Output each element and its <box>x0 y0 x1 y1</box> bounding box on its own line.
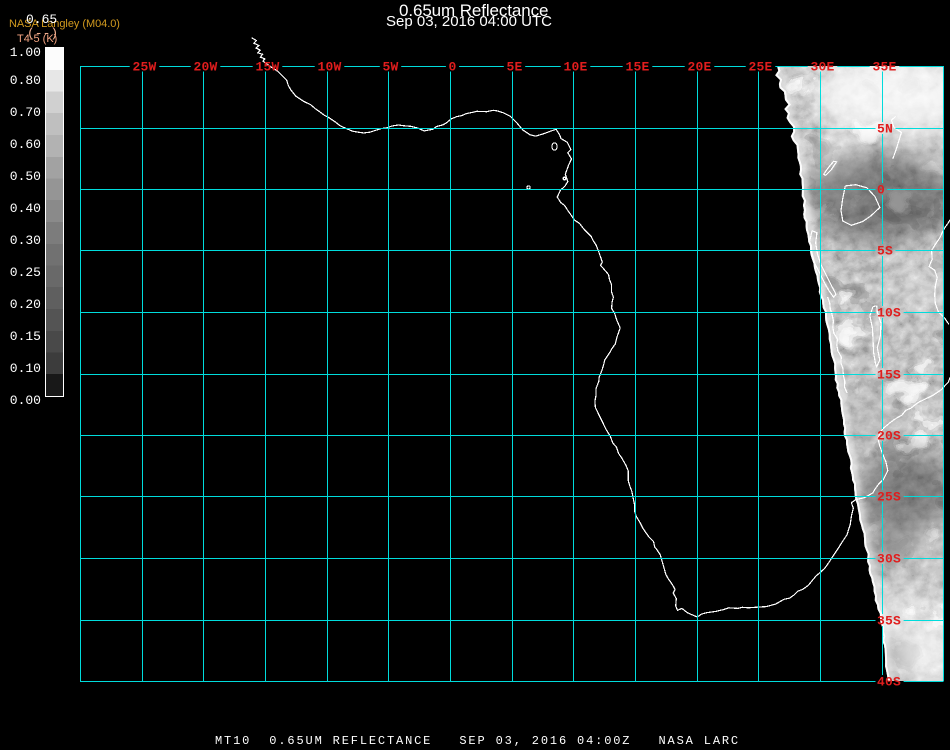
svg-text:0: 0 <box>877 183 885 198</box>
svg-text:5E: 5E <box>506 60 522 75</box>
svg-text:0: 0 <box>448 60 456 75</box>
svg-text:25S: 25S <box>877 490 901 505</box>
svg-text:15E: 15E <box>625 60 649 75</box>
svg-text:20S: 20S <box>877 429 901 444</box>
svg-text:35S: 35S <box>877 614 901 629</box>
svg-text:20W: 20W <box>193 60 217 75</box>
svg-text:10S: 10S <box>877 306 901 321</box>
svg-text:5W: 5W <box>382 60 398 75</box>
svg-text:30E: 30E <box>810 60 834 75</box>
svg-text:35E: 35E <box>872 60 896 75</box>
svg-text:40S: 40S <box>877 675 901 690</box>
svg-text:10E: 10E <box>563 60 587 75</box>
svg-text:5S: 5S <box>877 244 893 259</box>
svg-text:10W: 10W <box>317 60 341 75</box>
svg-text:15W: 15W <box>255 60 279 75</box>
svg-text:20E: 20E <box>687 60 711 75</box>
svg-text:15S: 15S <box>877 368 901 383</box>
svg-text:5N: 5N <box>877 122 893 137</box>
svg-text:25E: 25E <box>748 60 772 75</box>
svg-text:25W: 25W <box>132 60 156 75</box>
svg-text:30S: 30S <box>877 552 901 567</box>
